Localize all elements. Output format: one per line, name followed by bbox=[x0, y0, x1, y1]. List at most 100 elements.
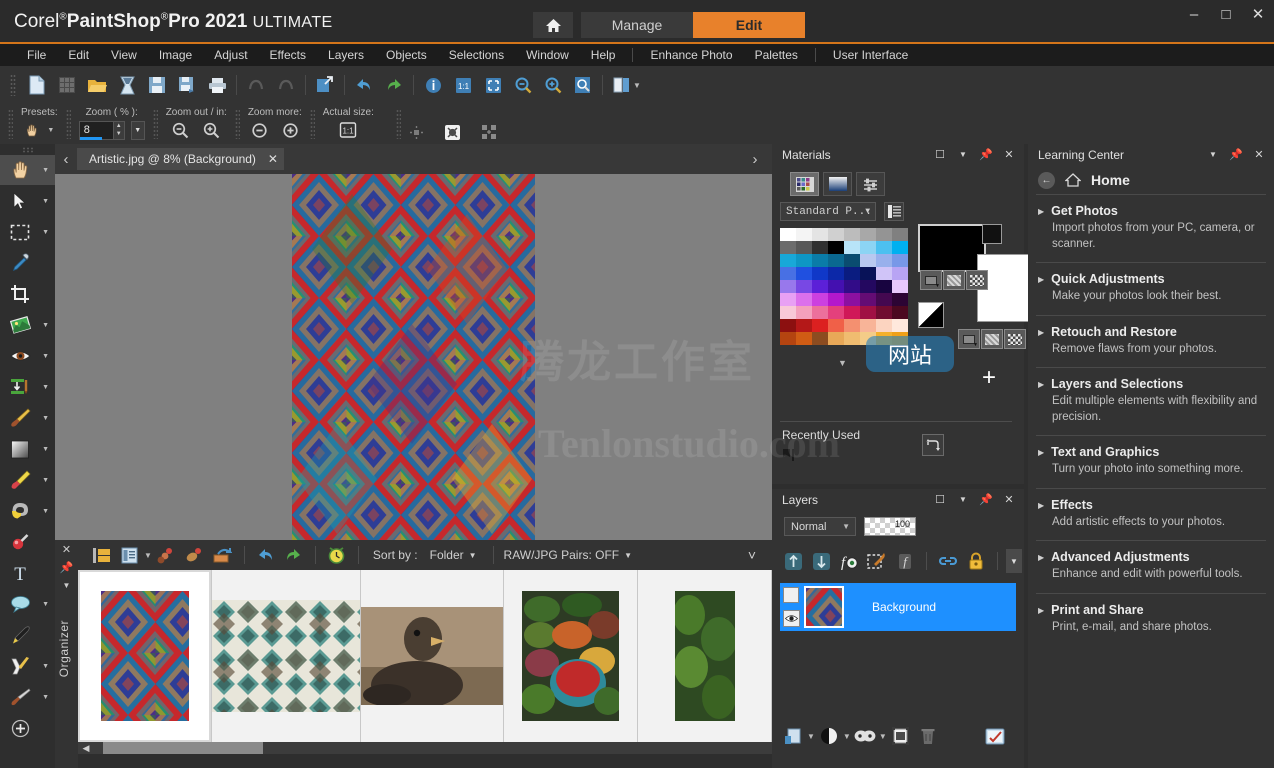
menu-user-interface[interactable]: User Interface bbox=[822, 44, 919, 66]
swatch[interactable] bbox=[796, 332, 812, 345]
tool-paint-brush[interactable]: ▼ bbox=[0, 403, 55, 433]
fit-window-icon[interactable] bbox=[481, 124, 498, 141]
tool-flood-fill-flyout[interactable]: ▼ bbox=[42, 446, 49, 453]
swatch[interactable] bbox=[844, 332, 860, 345]
tool-paint-brush-flyout[interactable]: ▼ bbox=[42, 415, 49, 422]
zoom-plus-icon[interactable] bbox=[282, 122, 299, 139]
fg-color-style-button[interactable]: ▼ bbox=[920, 270, 942, 290]
swatch[interactable] bbox=[780, 241, 796, 254]
swatch[interactable] bbox=[860, 267, 876, 280]
learning-item-get-photos[interactable]: ▶ Get Photos Import photos from your PC,… bbox=[1028, 195, 1274, 262]
materials-tab-swatches[interactable] bbox=[790, 172, 819, 196]
organizer-undo-button[interactable] bbox=[253, 543, 279, 567]
fit-image-icon[interactable] bbox=[444, 124, 461, 141]
rate-button[interactable] bbox=[182, 543, 208, 567]
menu-help[interactable]: Help bbox=[580, 44, 627, 66]
learning-item-print-share[interactable]: ▶ Print and Share Print, e-mail, and sha… bbox=[1028, 594, 1274, 646]
rawjpg-dropdown[interactable]: RAW/JPG Pairs: OFF ▼ bbox=[504, 548, 632, 562]
save-as-button[interactable] bbox=[172, 70, 202, 100]
new-layer-dropdown[interactable]: ▼ bbox=[807, 732, 815, 741]
close-button[interactable]: ✕ bbox=[1250, 6, 1266, 23]
learning-item-quick-adjustments[interactable]: ▶ Quick Adjustments Make your photos loo… bbox=[1028, 263, 1274, 315]
learning-item-retouch-restore[interactable]: ▶ Retouch and Restore Remove flaws from … bbox=[1028, 316, 1274, 368]
new-raster-layer-button[interactable] bbox=[780, 724, 806, 748]
canvas-area[interactable] bbox=[55, 174, 772, 540]
layers-pin-icon[interactable]: 📌 bbox=[979, 492, 993, 506]
rotate-button[interactable] bbox=[210, 543, 236, 567]
hand-preset-icon[interactable] bbox=[24, 122, 41, 139]
layer-opacity-slider[interactable]: 100 bbox=[864, 517, 916, 536]
adjustment-layer-dropdown[interactable]: ▼ bbox=[843, 732, 851, 741]
swatch[interactable] bbox=[876, 241, 892, 254]
zoom-spinner-down[interactable]: ▼ bbox=[112, 130, 124, 139]
swatch[interactable] bbox=[828, 319, 844, 332]
swatch[interactable] bbox=[780, 280, 796, 293]
menu-adjust[interactable]: Adjust bbox=[203, 44, 258, 66]
menu-view[interactable]: View bbox=[100, 44, 148, 66]
tool-warp-brush[interactable]: ▼ bbox=[0, 651, 55, 681]
tool-makeover-flyout[interactable]: ▼ bbox=[42, 384, 49, 391]
organizer-pin-icon[interactable]: 📌 bbox=[55, 558, 78, 576]
swatch[interactable] bbox=[828, 293, 844, 306]
swatch[interactable] bbox=[892, 228, 908, 241]
swatch[interactable] bbox=[828, 241, 844, 254]
tab-scroll-right[interactable]: › bbox=[744, 144, 766, 174]
learning-item-advanced-adjustments[interactable]: ▶ Advanced Adjustments Enhance and edit … bbox=[1028, 541, 1274, 593]
home-button[interactable] bbox=[533, 12, 573, 38]
workspace-tab-manage[interactable]: Manage bbox=[581, 12, 693, 38]
materials-menu-chevron-icon[interactable]: ▼ bbox=[956, 147, 970, 161]
tools-palette-grip[interactable] bbox=[21, 147, 34, 153]
foreground-color-swatch[interactable] bbox=[918, 224, 986, 272]
tool-pen[interactable] bbox=[0, 620, 55, 650]
fit-window-button[interactable] bbox=[478, 70, 508, 100]
tool-pan-flyout[interactable]: ▼ bbox=[42, 167, 49, 174]
menu-image[interactable]: Image bbox=[148, 44, 203, 66]
one-to-one-icon[interactable]: 1:1 bbox=[339, 122, 357, 138]
swatch-scroll-down-icon[interactable]: ▼ bbox=[838, 358, 847, 368]
menu-file[interactable]: File bbox=[16, 44, 57, 66]
materials-close-icon[interactable]: ✕ bbox=[1002, 147, 1016, 161]
tab-scroll-left[interactable]: ‹ bbox=[55, 144, 77, 174]
lock-layer-button[interactable] bbox=[963, 549, 989, 573]
swatch[interactable] bbox=[876, 280, 892, 293]
learning-center-menu-chevron-icon[interactable]: ▼ bbox=[1206, 147, 1220, 161]
palette-selector[interactable]: Standard P... ▼ bbox=[780, 202, 876, 221]
materials-pin-icon[interactable]: 📌 bbox=[979, 147, 993, 161]
swatch[interactable] bbox=[892, 267, 908, 280]
tool-eraser-flyout[interactable]: ▼ bbox=[42, 477, 49, 484]
swatch[interactable] bbox=[860, 254, 876, 267]
merge-layers-button[interactable] bbox=[888, 724, 914, 748]
swatch[interactable] bbox=[796, 306, 812, 319]
duplicate-dropdown[interactable]: ▼ bbox=[633, 81, 641, 90]
thumbnail-cell-tile[interactable] bbox=[212, 570, 361, 742]
swatch[interactable] bbox=[828, 228, 844, 241]
swatch[interactable] bbox=[844, 280, 860, 293]
folders-button[interactable] bbox=[88, 543, 114, 567]
tool-pick-flyout[interactable]: ▼ bbox=[42, 198, 49, 205]
import-button[interactable] bbox=[112, 70, 142, 100]
redo-button[interactable] bbox=[271, 70, 301, 100]
palette-options-button[interactable] bbox=[884, 202, 904, 221]
learning-center-pin-icon[interactable]: 📌 bbox=[1229, 147, 1243, 161]
swatch[interactable] bbox=[780, 293, 796, 306]
browse-button[interactable] bbox=[52, 70, 82, 100]
swatch[interactable] bbox=[844, 293, 860, 306]
blend-mode-select[interactable]: Normal ▼ bbox=[784, 517, 856, 536]
tool-red-eye[interactable]: ▼ bbox=[0, 341, 55, 371]
thumbnail-cell-plants[interactable] bbox=[638, 570, 772, 742]
maximize-button[interactable]: □ bbox=[1218, 6, 1234, 23]
bg-transparent-style-button[interactable] bbox=[1004, 329, 1026, 349]
thumbnail-cell-ostrich[interactable] bbox=[361, 570, 504, 742]
organizer-redo-button[interactable] bbox=[281, 543, 307, 567]
document-tab-close[interactable]: ✕ bbox=[268, 152, 278, 166]
materials-tab-sliders[interactable] bbox=[856, 172, 885, 196]
tool-warp-brush-flyout[interactable]: ▼ bbox=[42, 663, 49, 670]
timer-button[interactable] bbox=[324, 543, 350, 567]
sort-by-dropdown[interactable]: Folder ▼ bbox=[430, 548, 477, 562]
script-button[interactable]: f bbox=[892, 549, 918, 573]
swatch[interactable] bbox=[812, 267, 828, 280]
menu-window[interactable]: Window bbox=[515, 44, 580, 66]
bg-texture-style-button[interactable] bbox=[981, 329, 1003, 349]
menu-selections[interactable]: Selections bbox=[438, 44, 515, 66]
swatch[interactable] bbox=[796, 254, 812, 267]
